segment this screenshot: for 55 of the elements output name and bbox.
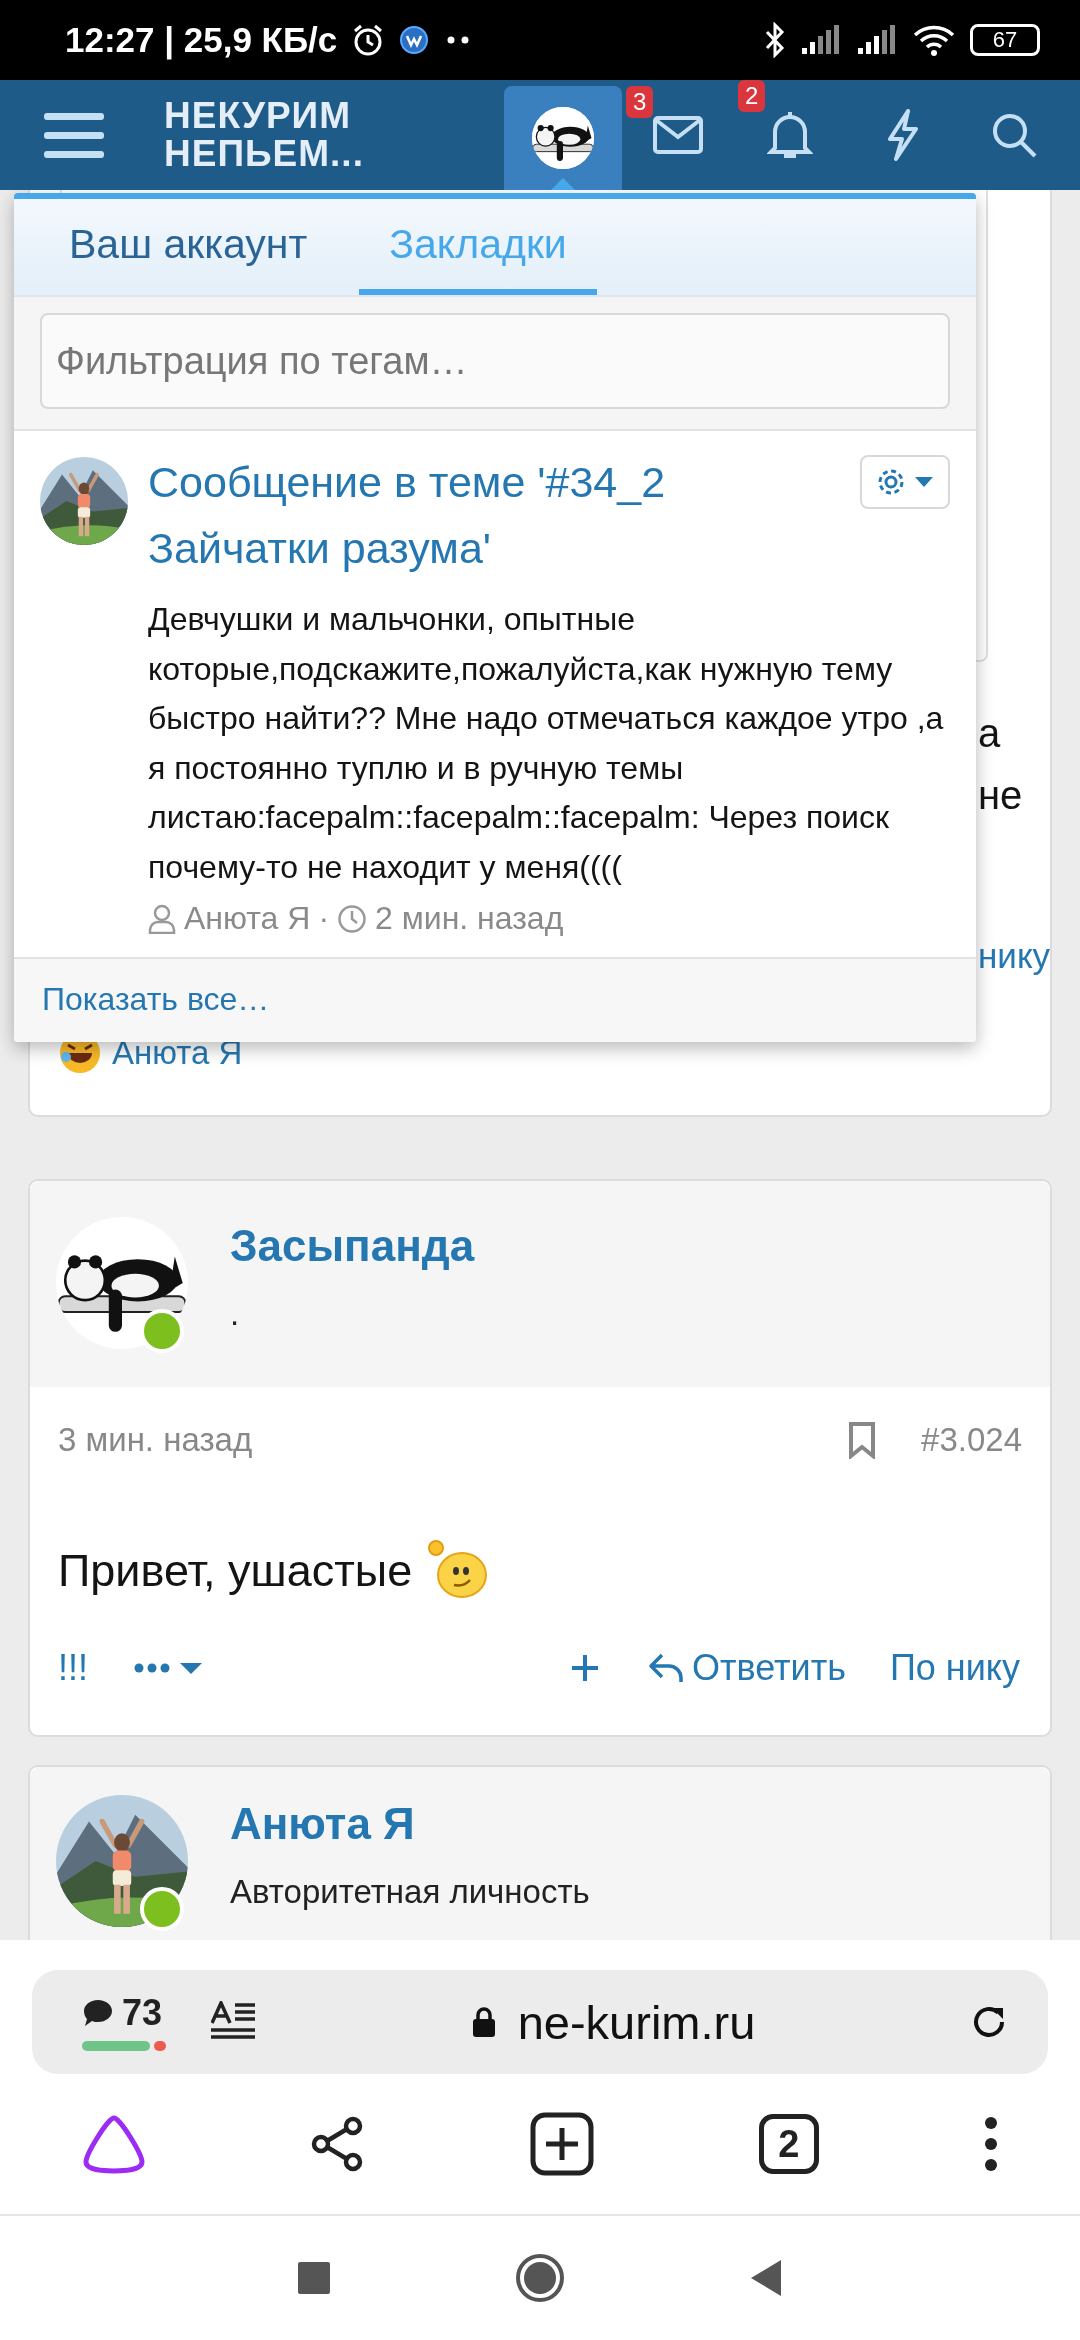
bookmark-author[interactable]: Анюта Я <box>184 900 311 937</box>
search-icon[interactable] <box>990 111 1038 159</box>
plus-icon[interactable] <box>570 1653 601 1683</box>
nick-link[interactable]: нику <box>978 936 1051 975</box>
menu-icon[interactable] <box>44 111 104 159</box>
clock-icon <box>337 903 368 934</box>
back-icon[interactable] <box>750 2259 782 2297</box>
user-icon <box>148 903 176 934</box>
post-text: Привет, ушастые <box>58 1545 413 1597</box>
more-icon[interactable] <box>983 2116 998 2172</box>
battery-icon: 67 <box>970 24 1040 56</box>
user-title: . <box>230 1295 241 1333</box>
tabs-button[interactable]: 2 <box>758 2114 819 2174</box>
bookmark-time: 2 мин. назад <box>375 900 564 937</box>
tag-filter-field[interactable]: Фильтрация по тегам… <box>40 313 950 409</box>
url-text[interactable]: ne-kurim.ru <box>517 1994 756 2050</box>
home-icon[interactable] <box>515 2253 565 2303</box>
address-bar[interactable]: 73 ne-kurim.ru <box>32 1970 1048 2074</box>
signal-icon <box>856 24 898 56</box>
comment-icon[interactable] <box>82 1998 114 2028</box>
wifi-icon <box>912 23 956 57</box>
bookmark-text: Девчушки и мальчонки, опытные которые,подскажите,пожалуйста,как нужную тему быстро найти?? Мне надо отмечаться каждое утро ,а я постоянно туплю и в ручную темы листаю:facepalm::facepalm::facepalm: Через поиск почему-то не находит у меня(((( <box>148 600 945 887</box>
bookmark-icon[interactable] <box>847 1421 878 1459</box>
user-title: Авторитетная личность <box>230 1873 590 1911</box>
logo-text[interactable]: НЕКУРИМ <box>164 97 364 135</box>
author-name[interactable]: Анюта Я <box>230 1799 590 1849</box>
message-count: 3 <box>626 86 654 118</box>
bluetooth-icon <box>764 22 786 58</box>
new-tab-icon[interactable] <box>530 2112 594 2176</box>
app-circle-icon <box>399 25 430 55</box>
exclamation-link[interactable]: !!! <box>58 1647 88 1689</box>
alert-count: 2 <box>738 80 766 112</box>
show-all-link[interactable]: Показать все… <box>42 981 270 1017</box>
caret-icon <box>914 476 934 488</box>
assistant-icon[interactable] <box>82 2114 147 2174</box>
nick-link[interactable]: По нику <box>889 1647 1020 1689</box>
logo-text[interactable]: НЕПЬЕМ... <box>164 135 364 173</box>
author-name[interactable]: Засыпанда <box>230 1221 475 1271</box>
lock-icon <box>471 2006 496 2038</box>
post-text: а <box>978 710 1002 757</box>
reply-button[interactable]: Ответить <box>648 1647 846 1689</box>
comment-count[interactable]: 73 <box>122 1992 163 2034</box>
account-tab[interactable] <box>504 86 622 190</box>
post-text: не <box>978 772 1024 819</box>
envelope-icon[interactable] <box>653 116 703 154</box>
status-time: 12:27 | 25,9 КБ/с <box>65 20 338 60</box>
bell-icon[interactable] <box>767 110 813 160</box>
bookmark-title[interactable]: Сообщение в теме '#34_2 Зайчатки разума' <box>148 449 846 581</box>
post-time[interactable]: 3 мин. назад <box>58 1421 253 1459</box>
tab[interactable]: Ваш аккаунт <box>39 199 338 295</box>
gear-icon <box>876 467 906 497</box>
settings-button[interactable] <box>860 455 950 509</box>
separator-dot: · <box>318 900 330 937</box>
signal-icon <box>800 24 842 56</box>
post-number[interactable]: #3.024 <box>921 1421 1022 1459</box>
